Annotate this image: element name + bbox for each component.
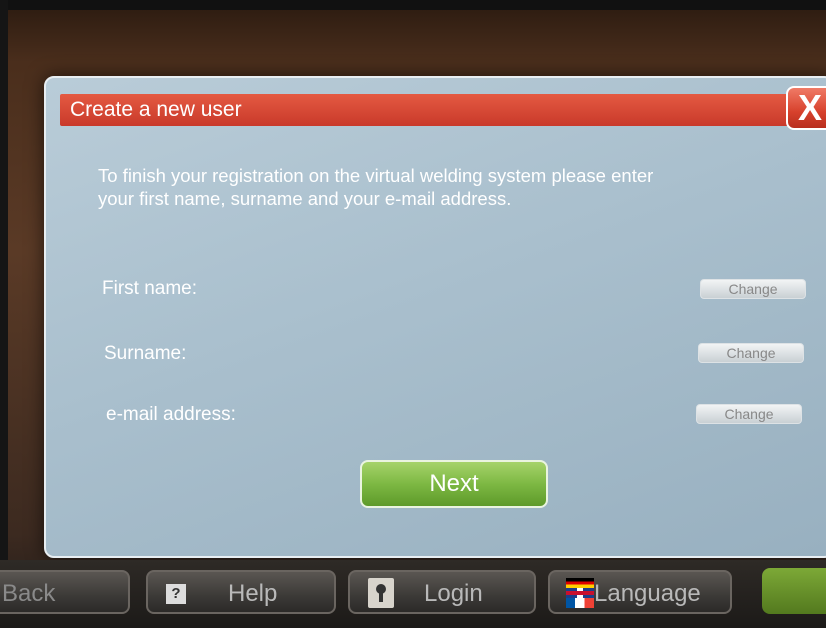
intro-line-1: To finish your registration on the virtu… [98, 165, 654, 186]
language-label: Language [594, 580, 701, 607]
dialog-title: Create a new user [70, 98, 242, 121]
intro-text: To finish your registration on the virtu… [98, 164, 798, 210]
bottom-taskbar: Back ? Help Login Language [0, 560, 826, 628]
email-label: e-mail address: [106, 404, 236, 425]
back-button[interactable]: Back [0, 570, 130, 614]
help-button[interactable]: ? Help [146, 570, 336, 614]
screen-bezel-top [0, 0, 826, 10]
dialog-title-bar: Create a new user [60, 94, 826, 126]
change-first-name-button[interactable]: Change [700, 279, 806, 299]
intro-line-2: your first name, surname and your e-mail… [98, 188, 512, 209]
first-name-label: First name: [102, 278, 198, 299]
login-button[interactable]: Login [348, 570, 536, 614]
login-label: Login [424, 580, 483, 607]
flag-icon [566, 578, 594, 608]
lock-icon [368, 578, 394, 608]
language-button[interactable]: Language [548, 570, 732, 614]
change-email-button[interactable]: Change [696, 404, 802, 424]
next-button[interactable]: Next [360, 460, 548, 508]
surname-label: Surname: [104, 343, 187, 364]
close-button[interactable]: X [786, 86, 826, 130]
create-user-dialog: Create a new user X To finish your regis… [44, 76, 826, 558]
back-label: Back [2, 580, 56, 607]
change-surname-button[interactable]: Change [698, 343, 804, 363]
help-icon: ? [166, 584, 186, 604]
partial-green-button[interactable] [762, 568, 826, 614]
screen-bezel-left [0, 0, 8, 628]
help-label: Help [228, 580, 278, 607]
